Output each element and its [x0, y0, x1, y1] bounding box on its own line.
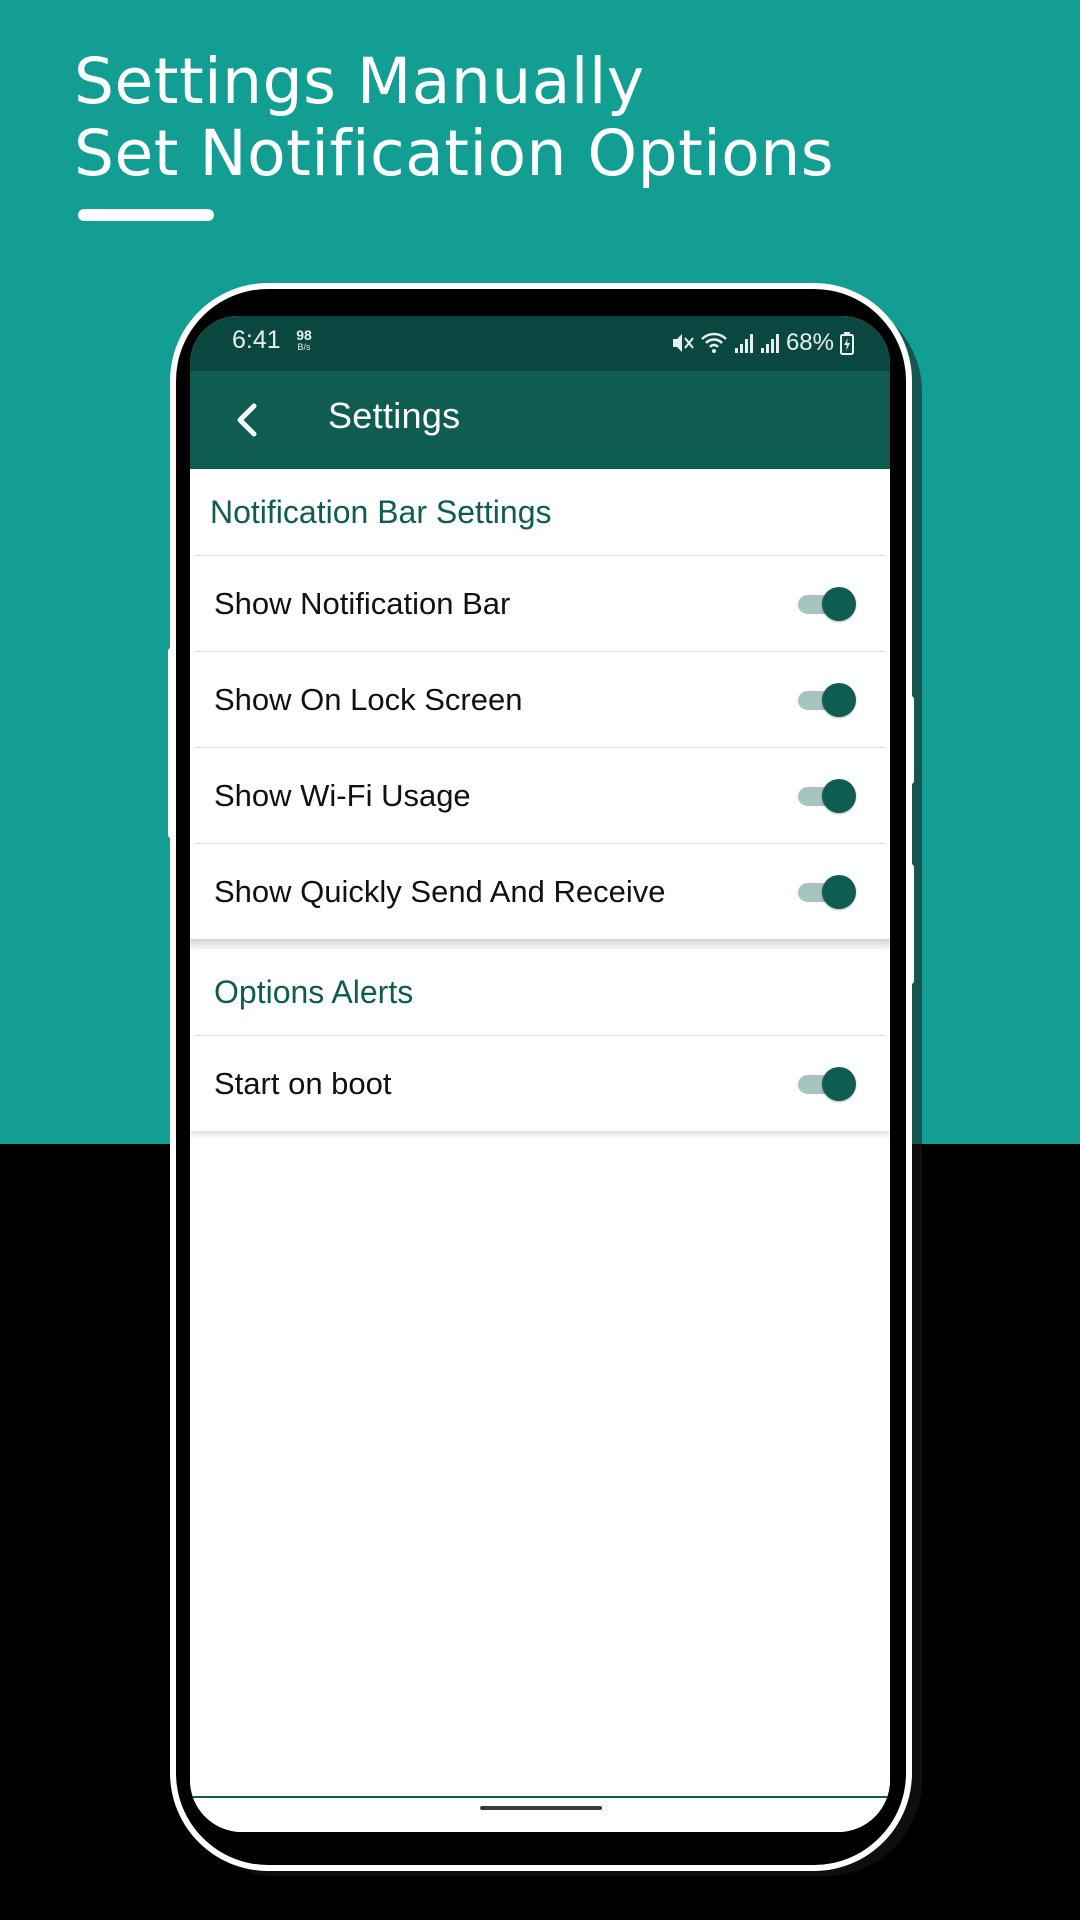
back-button[interactable] — [220, 393, 274, 447]
toggle-switch[interactable] — [798, 584, 856, 624]
signal-icon — [734, 331, 754, 355]
battery-charging-icon — [840, 331, 854, 355]
mute-vibrate-icon — [670, 330, 694, 356]
setting-row-show-notification-bar[interactable]: Show Notification Bar — [196, 556, 884, 652]
status-time: 6:41 — [232, 326, 281, 354]
setting-label: Show Notification Bar — [214, 585, 511, 621]
status-bar: 6:41 98 B/s 68% — [190, 316, 890, 371]
home-indicator[interactable] — [480, 1806, 602, 1810]
promo-title-line-1: Settings Manually — [74, 45, 645, 118]
section-notification-bar-settings: Notification Bar Settings Show Notificat… — [190, 469, 890, 939]
battery-percent: 68% — [785, 329, 834, 356]
page-title: Settings — [328, 395, 461, 436]
setting-row-show-wifi-usage[interactable]: Show Wi-Fi Usage — [196, 748, 884, 844]
network-speed: 98 B/s — [294, 328, 314, 352]
wifi-icon — [700, 331, 728, 355]
section-options-alerts: Options Alerts Start on boot — [190, 949, 890, 1131]
app-bar: Settings — [190, 371, 890, 469]
phone-screen: 6:41 98 B/s 68% Settings Notification Ba… — [190, 316, 890, 1832]
navigation-bar — [190, 1796, 890, 1832]
section-header: Notification Bar Settings — [196, 469, 884, 556]
chevron-left-icon — [237, 403, 257, 437]
toggle-switch[interactable] — [798, 776, 856, 816]
section-divider — [190, 939, 890, 949]
network-speed-unit: B/s — [297, 342, 311, 352]
signal-icon-2 — [760, 331, 780, 355]
status-icons: 68% — [670, 328, 854, 358]
promo-title: Settings Manually Set Notification Optio… — [74, 46, 834, 190]
settings-content: Notification Bar Settings Show Notificat… — [190, 469, 890, 1832]
setting-label: Show Wi-Fi Usage — [214, 777, 471, 813]
network-speed-value: 98 — [296, 327, 312, 343]
setting-row-show-quickly-send-and-receive[interactable]: Show Quickly Send And Receive — [196, 844, 884, 939]
section-header: Options Alerts — [196, 949, 884, 1036]
phone-side-button-left — [168, 648, 174, 838]
toggle-switch[interactable] — [798, 680, 856, 720]
toggle-switch[interactable] — [798, 872, 856, 912]
setting-label: Show Quickly Send And Receive — [214, 873, 666, 909]
promo-title-line-2: Set Notification Options — [74, 117, 835, 190]
setting-label: Start on boot — [214, 1065, 392, 1101]
setting-row-start-on-boot[interactable]: Start on boot — [196, 1036, 884, 1131]
phone-side-button-right-bottom — [908, 864, 914, 984]
phone-side-button-right-top — [908, 696, 914, 784]
setting-label: Show On Lock Screen — [214, 681, 523, 717]
promo-underline — [78, 209, 214, 221]
setting-row-show-on-lock-screen[interactable]: Show On Lock Screen — [196, 652, 884, 748]
toggle-switch[interactable] — [798, 1064, 856, 1104]
